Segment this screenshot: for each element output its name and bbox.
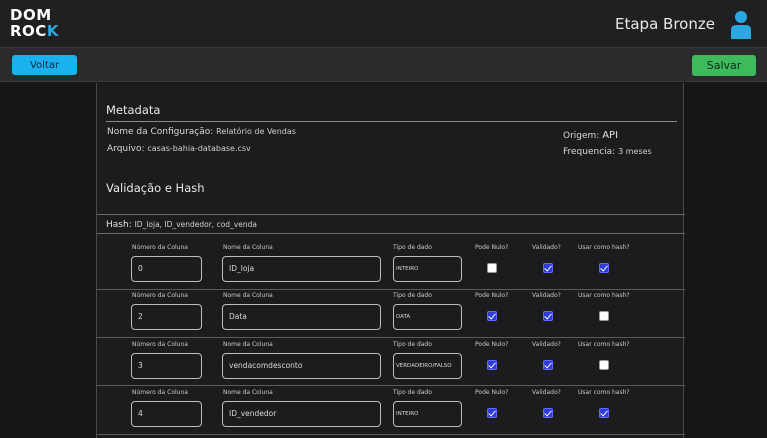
nullable-label: Pode Nulo? (475, 389, 509, 396)
config-name: Nome da Configuração: Relatório de Venda… (107, 127, 296, 137)
config-name-label: Nome da Configuração: (107, 127, 214, 137)
logo-line-2: ROCK (10, 23, 59, 39)
validated-label: Validado? (532, 292, 561, 299)
row-divider (97, 385, 685, 386)
validation-title: Validação e Hash (106, 181, 205, 195)
column-name-label: Nome da Coluna (223, 389, 273, 396)
column-row: Número da Coluna Nome da Coluna Tipo de da… (97, 242, 685, 290)
column-name-input[interactable]: Data (222, 304, 381, 330)
frequency-label: Frequencia: (563, 147, 616, 157)
validated-label: Validado? (532, 341, 561, 348)
stage-title: Etapa Bronze (615, 15, 715, 33)
logo-line-2-main: ROC (10, 22, 47, 40)
column-number-input[interactable]: 3 (131, 353, 202, 379)
hash-divider-bottom (97, 233, 685, 234)
dom-rock-logo: DOM ROCK (10, 7, 59, 39)
column-row: Número da Coluna Nome da Coluna Tipo de da… (97, 290, 685, 338)
validated-checkbox[interactable] (543, 311, 553, 321)
column-number-input[interactable]: 4 (131, 401, 202, 427)
nullable-label: Pode Nulo? (475, 292, 509, 299)
file-label: Arquivo: (107, 144, 145, 154)
column-name-input[interactable]: vendacomdesconto (222, 353, 381, 379)
logo-line-2-accent: K (46, 22, 59, 40)
hash-divider-top (97, 214, 685, 215)
save-button[interactable]: Salvar (692, 55, 756, 76)
row-divider (97, 337, 685, 338)
origin-label: Origem: (563, 131, 600, 141)
nullable-checkbox[interactable] (487, 263, 497, 273)
config-name-value: Relatório de Vendas (216, 127, 296, 136)
row-divider (97, 434, 685, 435)
logo-line-1: DOM (10, 6, 52, 24)
column-name-label: Nome da Coluna (223, 292, 273, 299)
validated-checkbox[interactable] (543, 408, 553, 418)
nullable-label: Pode Nulo? (475, 244, 509, 251)
use-hash-checkbox[interactable] (599, 408, 609, 418)
user-icon[interactable] (730, 10, 752, 40)
column-name-input[interactable]: ID_loja (222, 256, 381, 282)
file-value: casas-bahia-database.csv (147, 144, 251, 153)
validated-label: Validado? (532, 244, 561, 251)
nullable-checkbox[interactable] (487, 408, 497, 418)
nullable-checkbox[interactable] (487, 311, 497, 321)
column-number-label: Número da Coluna (132, 292, 188, 299)
data-type-input[interactable]: VERDADEIRO/FALSO (393, 353, 462, 379)
toolbar: Voltar Salvar (0, 48, 767, 82)
file-name: Arquivo: casas-bahia-database.csv (107, 144, 251, 154)
column-row: Número da Coluna Nome da Coluna Tipo de da… (97, 387, 685, 435)
origin: Origem: API (563, 130, 618, 141)
use-hash-checkbox[interactable] (599, 360, 609, 370)
column-name-label: Nome da Coluna (223, 244, 273, 251)
column-number-label: Número da Coluna (132, 341, 188, 348)
hash-value: ID_loja, ID_vendedor, cod_venda (134, 220, 257, 229)
use-hash-label: Usar como hash? (578, 244, 630, 251)
use-hash-label: Usar como hash? (578, 341, 630, 348)
data-type-input[interactable]: DATA (393, 304, 462, 330)
use-hash-checkbox[interactable] (599, 263, 609, 273)
hash-info: Hash: ID_loja, ID_vendedor, cod_venda (106, 220, 257, 230)
data-type-label: Tipo de dado (393, 292, 432, 299)
frequency-value: 3 meses (618, 147, 652, 156)
nullable-label: Pode Nulo? (475, 341, 509, 348)
column-number-input[interactable]: 2 (131, 304, 202, 330)
data-type-label: Tipo de dado (393, 244, 432, 251)
data-type-label: Tipo de dado (393, 389, 432, 396)
column-number-label: Número da Coluna (132, 389, 188, 396)
validated-label: Validado? (532, 389, 561, 396)
metadata-divider (106, 121, 677, 122)
column-row: Número da Coluna Nome da Coluna Tipo de da… (97, 339, 685, 387)
data-type-label: Tipo de dado (393, 341, 432, 348)
validated-checkbox[interactable] (543, 360, 553, 370)
app-header: DOM ROCK Etapa Bronze (0, 0, 767, 48)
use-hash-checkbox[interactable] (599, 311, 609, 321)
use-hash-label: Usar como hash? (578, 389, 630, 396)
column-name-label: Nome da Coluna (223, 341, 273, 348)
data-type-input[interactable]: INTEIRO (393, 401, 462, 427)
origin-value: API (602, 130, 619, 141)
column-number-input[interactable]: 0 (131, 256, 202, 282)
hash-label: Hash: (106, 220, 132, 230)
frequency: Frequencia: 3 meses (563, 147, 652, 157)
column-number-label: Número da Coluna (132, 244, 188, 251)
metadata-title: Metadata (106, 103, 161, 117)
use-hash-label: Usar como hash? (578, 292, 630, 299)
column-name-input[interactable]: ID_vendedor (222, 401, 381, 427)
back-button[interactable]: Voltar (12, 55, 77, 75)
nullable-checkbox[interactable] (487, 360, 497, 370)
configuration-card: Metadata Nome da Configuração: Relatório… (96, 83, 685, 438)
data-type-input[interactable]: INTEIRO (393, 256, 462, 282)
validated-checkbox[interactable] (543, 263, 553, 273)
